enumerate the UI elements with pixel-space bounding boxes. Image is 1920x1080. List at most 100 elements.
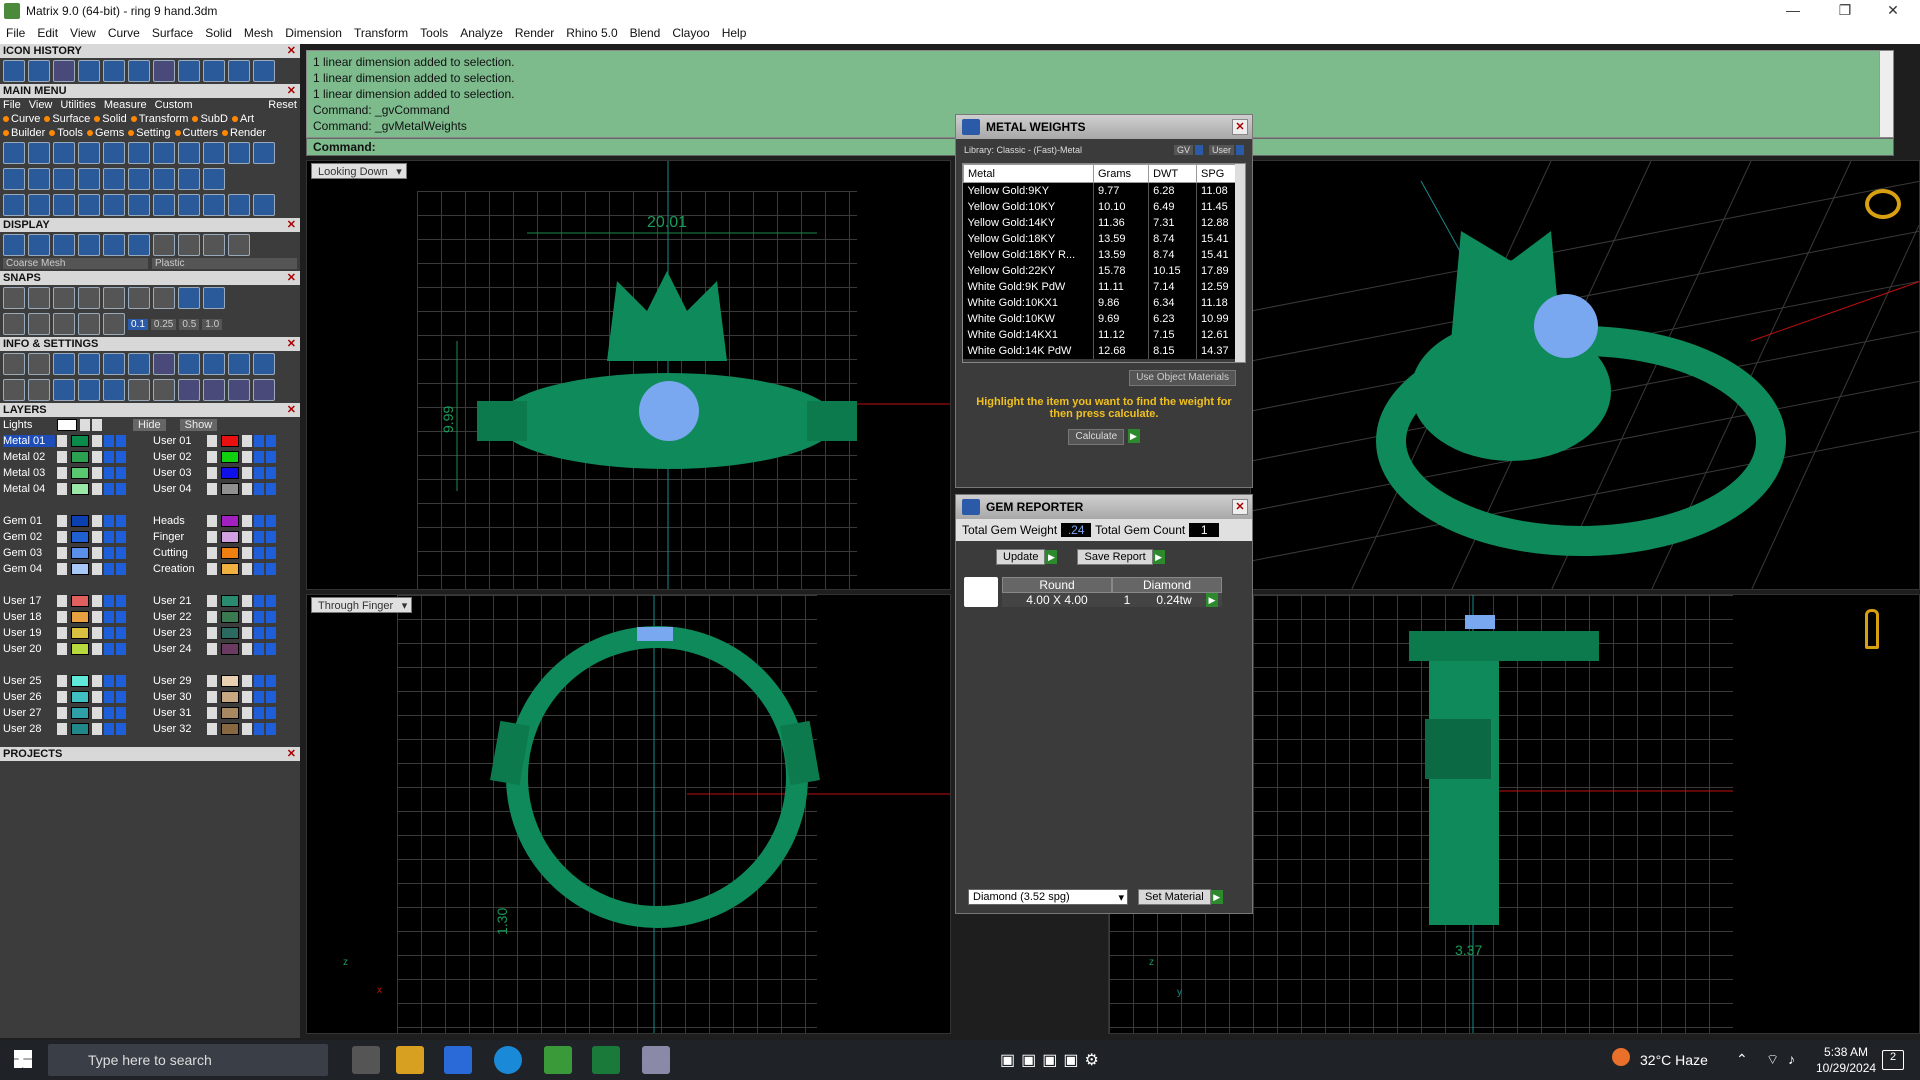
layer-row[interactable]: Gem 02 xyxy=(0,529,127,545)
bend-icon[interactable] xyxy=(3,194,25,216)
layer-expand-icon[interactable] xyxy=(57,547,67,559)
command-history-scrollbar[interactable] xyxy=(1879,51,1893,137)
layer-lock-icon[interactable] xyxy=(242,675,252,687)
viewport-top[interactable]: Looking Down 20.01 9.99 xyxy=(306,160,951,590)
play-icon[interactable]: ▶ xyxy=(1127,428,1140,443)
layer-color-swatch[interactable] xyxy=(71,483,89,495)
layer-render-icon[interactable] xyxy=(266,563,276,575)
pen-icon[interactable] xyxy=(128,353,150,375)
col-metal[interactable]: Metal xyxy=(963,164,1094,183)
hex-icon[interactable] xyxy=(53,379,75,401)
layer-render-icon[interactable] xyxy=(116,611,126,623)
gear-icon[interactable] xyxy=(228,142,250,164)
layer-color-swatch[interactable] xyxy=(71,707,89,719)
layer-lock-icon[interactable] xyxy=(242,595,252,607)
figure-icon[interactable] xyxy=(178,353,200,375)
layer-lock-icon[interactable] xyxy=(92,515,102,527)
layer-visible-icon[interactable] xyxy=(254,531,264,543)
layer-lock-icon[interactable] xyxy=(242,723,252,735)
crown-icon[interactable] xyxy=(178,142,200,164)
snap-int-icon[interactable] xyxy=(128,287,150,309)
halo-icon[interactable] xyxy=(103,142,125,164)
layer-row[interactable]: User 26 xyxy=(0,689,127,705)
close-icon[interactable]: ✕ xyxy=(287,403,296,417)
shield-icon[interactable] xyxy=(28,168,50,190)
circle-icon[interactable] xyxy=(253,194,275,216)
layer-visible-icon[interactable] xyxy=(254,451,264,463)
layer-color-swatch[interactable] xyxy=(71,531,89,543)
layer-render-icon[interactable] xyxy=(116,531,126,543)
ghost-icon[interactable] xyxy=(103,234,125,256)
spray-icon[interactable] xyxy=(153,168,175,190)
layer-color-swatch[interactable] xyxy=(71,451,89,463)
scale-icon[interactable] xyxy=(128,194,150,216)
layer-row[interactable]: User 21 xyxy=(150,593,277,609)
layer-lock-icon[interactable] xyxy=(92,451,102,463)
filter-icon[interactable] xyxy=(103,379,125,401)
layer-color-swatch[interactable] xyxy=(221,451,239,463)
layer-color-swatch[interactable] xyxy=(221,563,239,575)
layer-lock-icon[interactable] xyxy=(242,611,252,623)
menu-edit[interactable]: Edit xyxy=(31,26,64,40)
layer-lock-icon[interactable] xyxy=(242,467,252,479)
sphere-icon[interactable] xyxy=(153,142,175,164)
paint-taskbar-icon[interactable] xyxy=(642,1046,670,1074)
layer-expand-icon[interactable] xyxy=(57,531,67,543)
mirror-icon[interactable] xyxy=(203,194,225,216)
cylinder-icon[interactable] xyxy=(53,60,75,82)
stack-icon[interactable] xyxy=(153,379,175,401)
layer-render-icon[interactable] xyxy=(116,467,126,479)
layer-render-icon[interactable] xyxy=(266,643,276,655)
mm-art[interactable]: Art xyxy=(231,113,254,125)
layer-name[interactable]: Cutting xyxy=(153,547,205,559)
lights-swatch[interactable] xyxy=(57,419,77,431)
mm-subd[interactable]: SubD xyxy=(192,113,228,125)
mm-reset[interactable]: Reset xyxy=(268,99,297,111)
layer-name[interactable]: Gem 03 xyxy=(3,547,55,559)
menu-mesh[interactable]: Mesh xyxy=(238,26,279,40)
layer-color-swatch[interactable] xyxy=(221,707,239,719)
layer-row[interactable]: Metal 04 xyxy=(0,481,127,497)
layer-name[interactable]: User 23 xyxy=(153,627,205,639)
mm-curve[interactable]: Curve xyxy=(3,113,40,125)
layer-row[interactable]: User 17 xyxy=(0,593,127,609)
layer-row[interactable]: User 32 xyxy=(150,721,277,737)
layer-lock-icon[interactable] xyxy=(92,691,102,703)
pillars-icon[interactable] xyxy=(78,194,100,216)
layer-expand-icon[interactable] xyxy=(207,723,217,735)
hide-button[interactable]: Hide xyxy=(133,419,166,431)
box-icon[interactable] xyxy=(53,353,75,375)
layer-lock-icon[interactable] xyxy=(242,531,252,543)
layer-visible-icon[interactable] xyxy=(104,611,114,623)
layer-render-icon[interactable] xyxy=(266,691,276,703)
wireframe-icon[interactable] xyxy=(3,234,25,256)
close-icon[interactable]: ✕ xyxy=(1232,119,1248,135)
menu-dimension[interactable]: Dimension xyxy=(279,26,348,40)
layer-lock-icon[interactable] xyxy=(242,435,252,447)
mm-cutters[interactable]: Cutters xyxy=(174,127,218,139)
metal-row[interactable]: Yellow Gold:18KY R... 13.59 8.74 15.41 xyxy=(963,246,1245,263)
layer-lock-icon[interactable] xyxy=(92,547,102,559)
snap-mid-icon[interactable] xyxy=(78,287,100,309)
layer-color-swatch[interactable] xyxy=(71,611,89,623)
page-icon[interactable] xyxy=(103,168,125,190)
layer-render-icon[interactable] xyxy=(116,691,126,703)
render-sphere-icon[interactable] xyxy=(78,234,100,256)
layer-row[interactable]: Metal 01 xyxy=(0,433,127,449)
snap-cen-icon[interactable] xyxy=(103,287,125,309)
play-icon[interactable]: ▶ xyxy=(1206,593,1218,607)
mm-setting[interactable]: Setting xyxy=(128,127,171,139)
clock[interactable]: 5:38 AM 10/29/2024 xyxy=(1816,1044,1876,1076)
layer-visible-icon[interactable] xyxy=(104,563,114,575)
metal-table-scrollbar[interactable] xyxy=(1235,164,1245,362)
points-icon[interactable] xyxy=(103,60,125,82)
metal-row[interactable]: White Gold:14K PdW 12.68 8.15 14.37 xyxy=(963,342,1245,359)
layer-lock-icon[interactable] xyxy=(242,483,252,495)
menu-surface[interactable]: Surface xyxy=(146,26,199,40)
back-arrow-icon[interactable] xyxy=(228,60,250,82)
material-select[interactable]: Plastic xyxy=(152,258,297,269)
arc-icon[interactable] xyxy=(28,194,50,216)
metal-sphere-icon[interactable] xyxy=(203,234,225,256)
layer-expand-icon[interactable] xyxy=(207,451,217,463)
matrix-icon[interactable] xyxy=(178,60,200,82)
